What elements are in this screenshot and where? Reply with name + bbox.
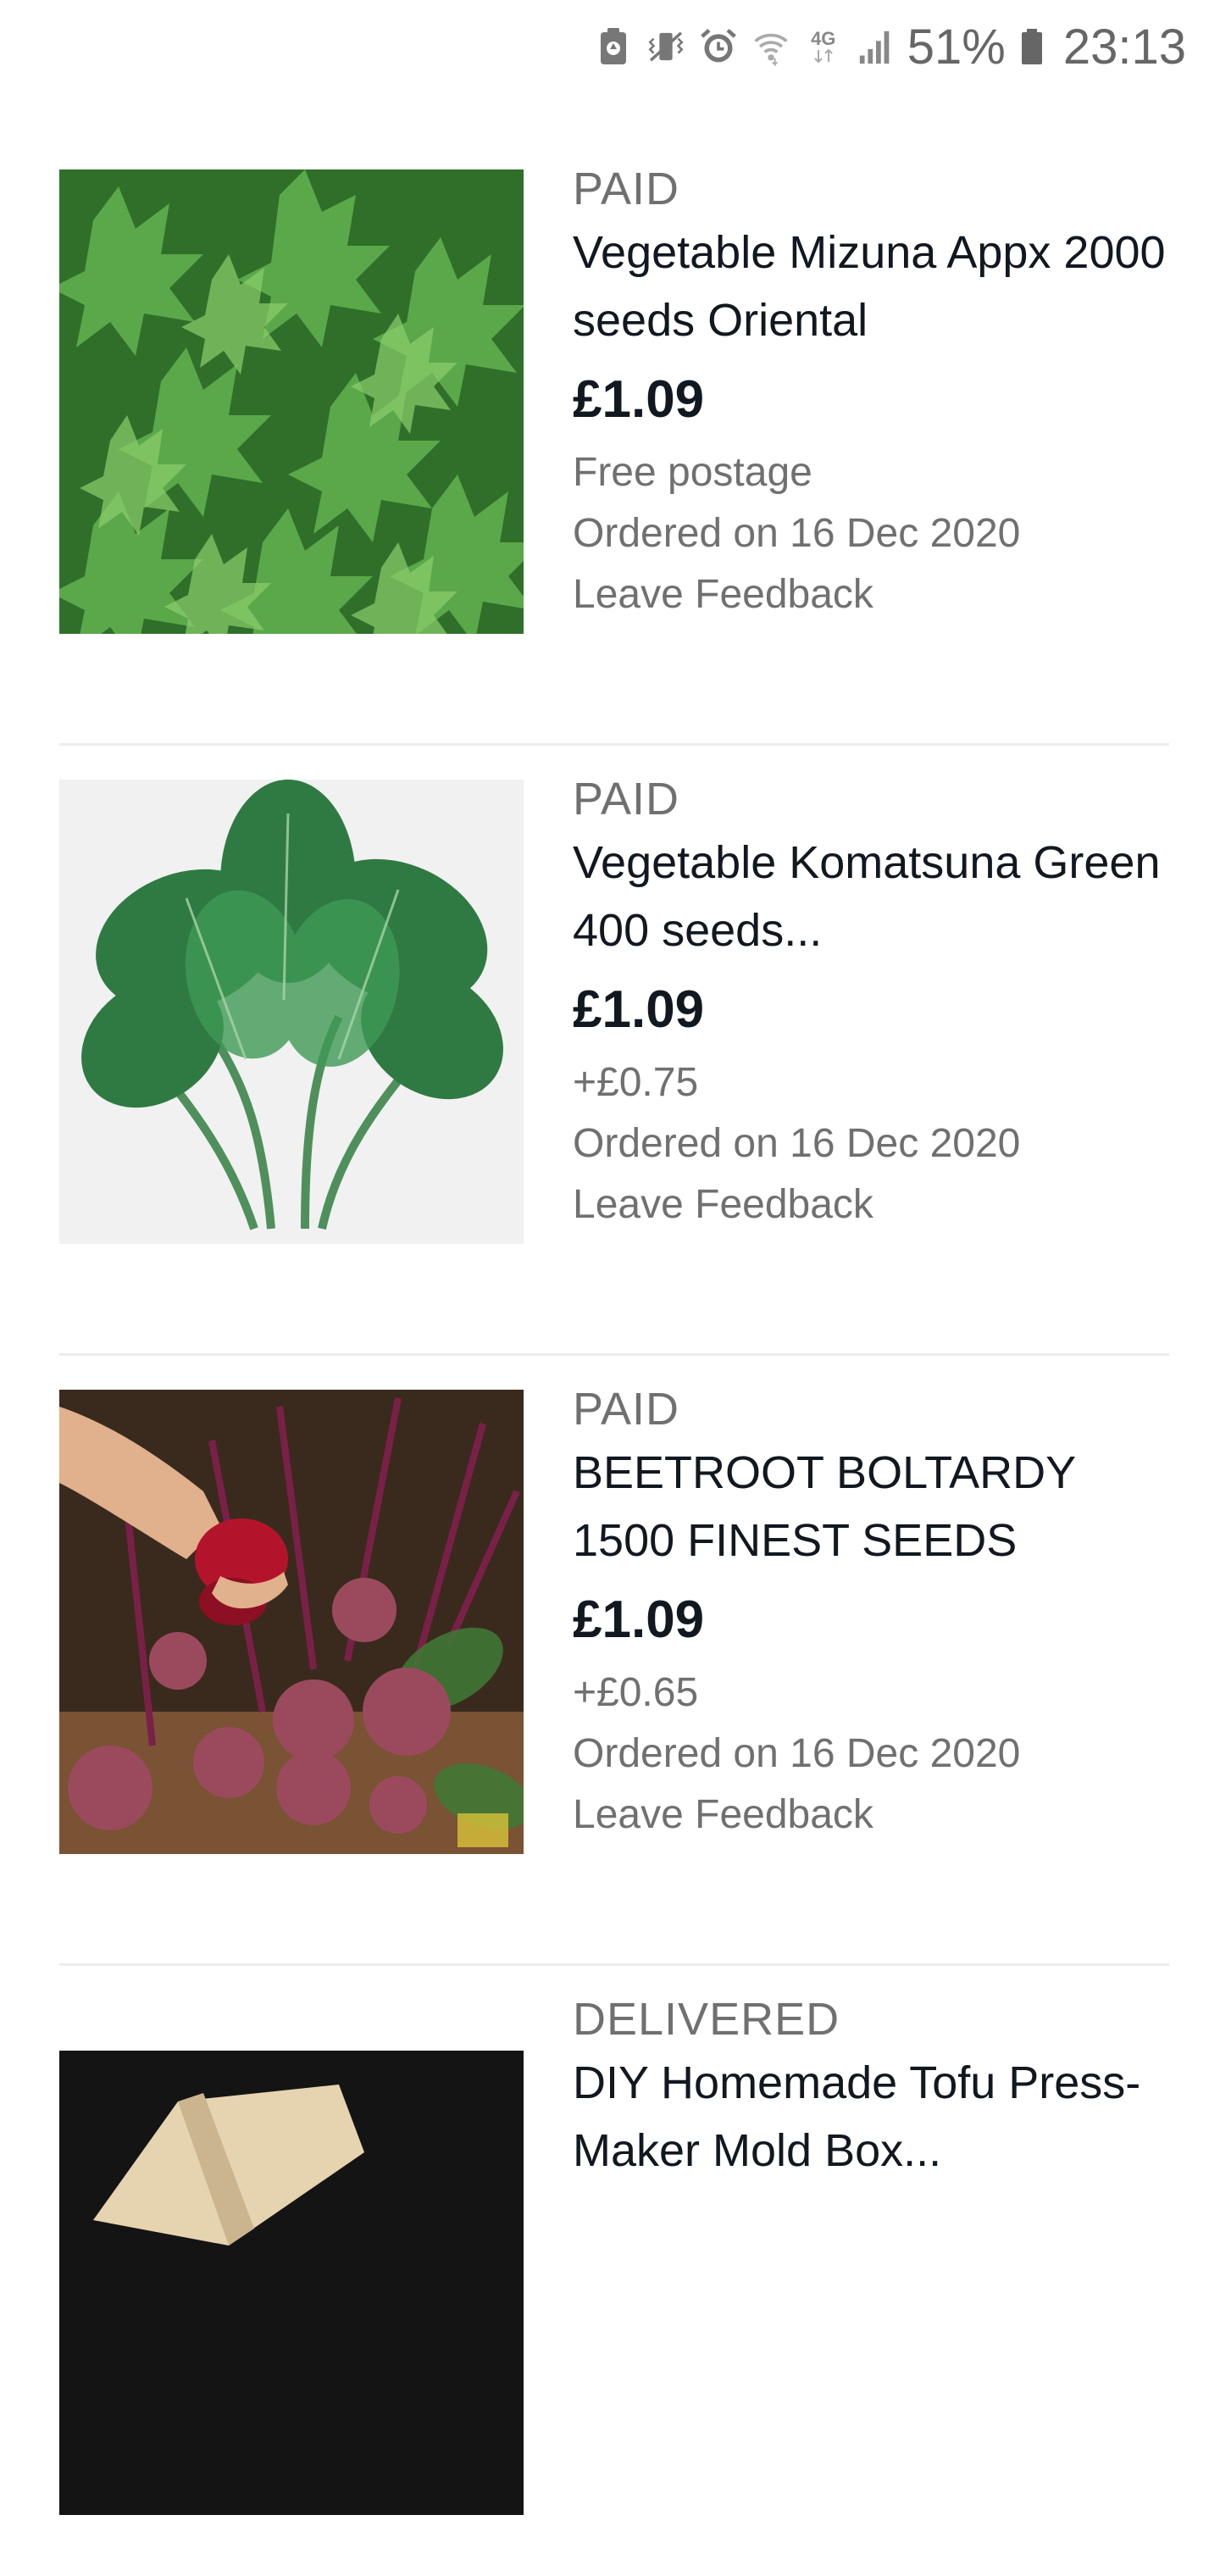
order-status: PAID bbox=[573, 164, 680, 214]
postage-cost: +£0.65 bbox=[573, 1670, 699, 1715]
item-price: £1.09 bbox=[573, 1591, 705, 1649]
battery-saver-icon bbox=[594, 27, 633, 66]
vibrate-icon bbox=[646, 27, 685, 66]
order-info: PAID Vegetable Mizuna Appx 2000 seeds Or… bbox=[573, 161, 1166, 625]
item-title-link[interactable]: DIY Homemade Tofu Press-Maker Mold Box..… bbox=[573, 2049, 1166, 2185]
item-title-link[interactable]: Vegetable Komatsuna Green 400 seeds... bbox=[573, 829, 1166, 964]
order-info: DELIVERED DIY Homemade Tofu Press-Maker … bbox=[573, 1991, 1166, 2185]
order-date: Ordered on 16 Dec 2020 bbox=[573, 1731, 1021, 1776]
battery-icon bbox=[1012, 27, 1051, 66]
status-bar: 4G 51% 23:13 bbox=[0, 0, 1220, 93]
item-title-link[interactable]: Vegetable Mizuna Appx 2000 seeds Orienta… bbox=[573, 219, 1166, 354]
order-status: PAID bbox=[573, 774, 680, 824]
wifi-icon bbox=[751, 27, 790, 67]
battery-percent: 51% bbox=[907, 19, 1006, 75]
order-info: PAID Vegetable Komatsuna Green 400 seeds… bbox=[573, 771, 1166, 1235]
alarm-icon bbox=[699, 27, 738, 66]
4g-icon: 4G bbox=[804, 27, 843, 66]
leave-feedback-link[interactable]: Leave Feedback bbox=[573, 1785, 1166, 1846]
order-date: Ordered on 16 Dec 2020 bbox=[573, 1121, 1021, 1166]
leave-feedback-link[interactable]: Leave Feedback bbox=[573, 564, 1166, 625]
postage-cost: Free postage bbox=[573, 450, 812, 495]
item-price: £1.09 bbox=[573, 370, 705, 429]
clock: 23:13 bbox=[1062, 19, 1186, 75]
order-item[interactable]: PAID Vegetable Mizuna Appx 2000 seeds Or… bbox=[0, 136, 1220, 746]
order-item[interactable]: PAID Vegetable Komatsuna Green 400 seeds… bbox=[0, 746, 1220, 1356]
order-status: PAID bbox=[573, 1384, 680, 1435]
product-thumbnail[interactable] bbox=[59, 780, 524, 1244]
order-item[interactable]: PAID BEETROOT BOLTARDY 1500 FINEST SEEDS… bbox=[0, 1356, 1220, 1966]
order-status: DELIVERED bbox=[573, 1994, 840, 2045]
order-date: Ordered on 16 Dec 2020 bbox=[573, 511, 1021, 556]
item-price: £1.09 bbox=[573, 980, 705, 1039]
order-info: PAID BEETROOT BOLTARDY 1500 FINEST SEEDS… bbox=[573, 1381, 1166, 1846]
order-item[interactable]: DELIVERED DIY Homemade Tofu Press-Maker … bbox=[0, 1966, 1220, 2576]
signal-icon bbox=[857, 27, 896, 66]
leave-feedback-link[interactable]: Leave Feedback bbox=[573, 1174, 1166, 1235]
product-thumbnail[interactable] bbox=[59, 1390, 524, 1854]
product-thumbnail[interactable] bbox=[59, 169, 524, 634]
product-thumbnail[interactable] bbox=[59, 2051, 524, 2515]
postage-cost: +£0.75 bbox=[573, 1060, 699, 1105]
item-title-link[interactable]: BEETROOT BOLTARDY 1500 FINEST SEEDS bbox=[573, 1439, 1166, 1574]
